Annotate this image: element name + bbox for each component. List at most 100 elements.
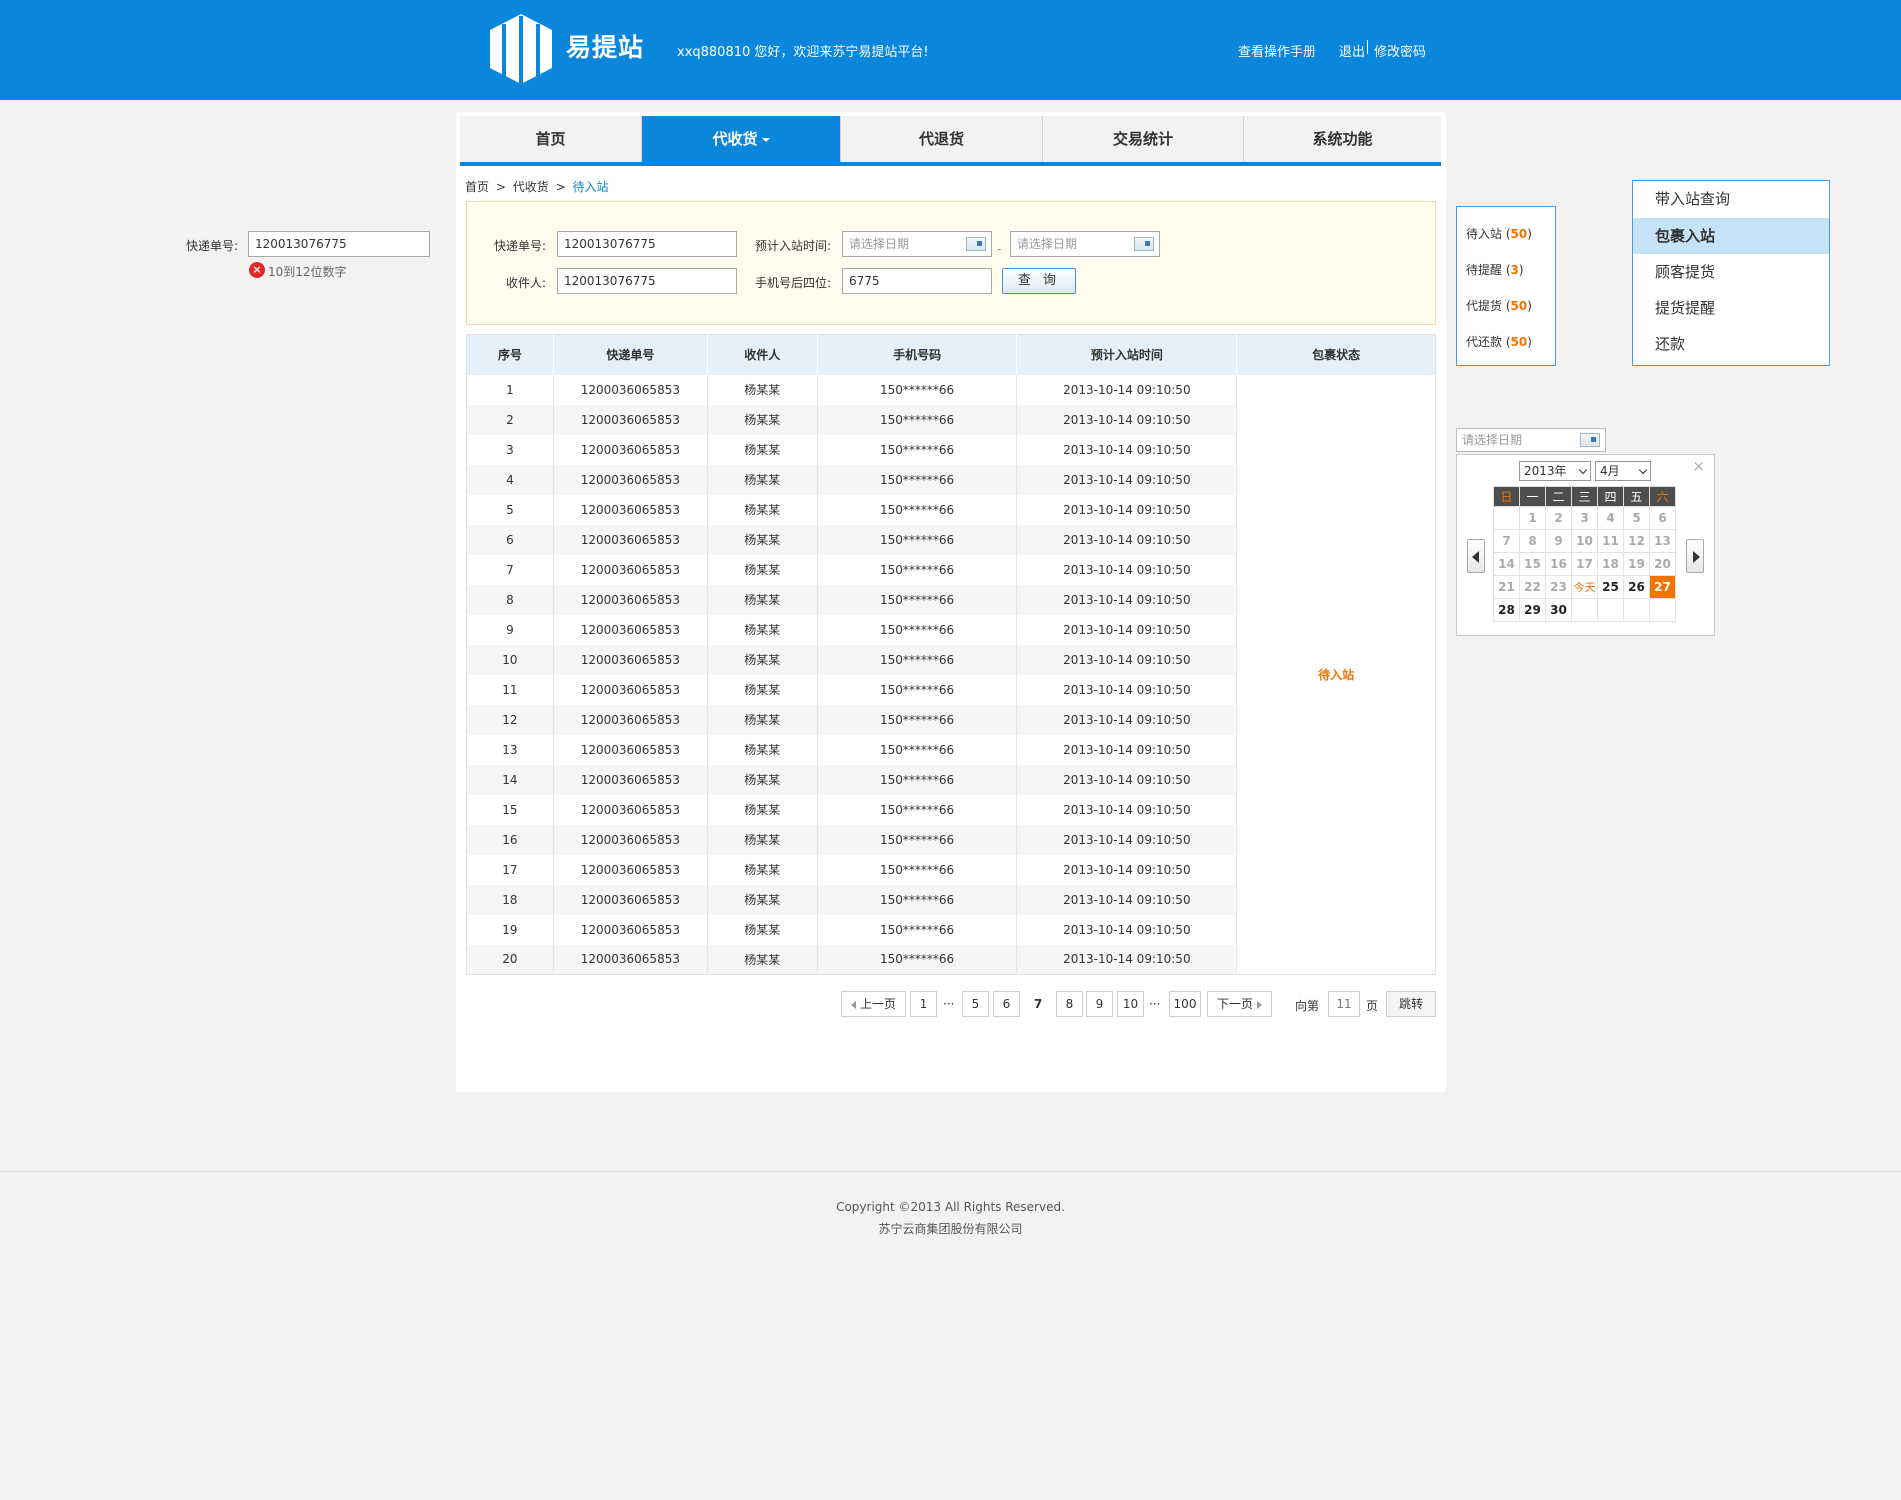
- table-cell: 杨某某: [707, 854, 818, 885]
- page-button[interactable]: 1: [910, 991, 937, 1017]
- calendar-day[interactable]: 12: [1623, 529, 1650, 553]
- status-item-pending-arrival[interactable]: 待入站 (50): [1466, 225, 1532, 242]
- calendar-day[interactable]: 23: [1545, 575, 1572, 599]
- page-button[interactable]: 6: [993, 991, 1020, 1017]
- end-date-input[interactable]: 请选择日期: [1010, 231, 1160, 257]
- datepicker-input[interactable]: 请选择日期: [1456, 428, 1606, 452]
- calendar-day[interactable]: 8: [1519, 529, 1546, 553]
- calendar-day[interactable]: 9: [1545, 529, 1572, 553]
- page-button[interactable]: 10: [1117, 991, 1144, 1017]
- prev-page-button[interactable]: 上一页: [841, 991, 906, 1017]
- calendar-day[interactable]: 22: [1519, 575, 1546, 599]
- calendar-day[interactable]: 16: [1545, 552, 1572, 576]
- next-page-label: 下一页: [1216, 997, 1253, 1011]
- calendar-day[interactable]: 1: [1519, 506, 1546, 530]
- calendar-day[interactable]: 17: [1571, 552, 1598, 576]
- table-cell: 13: [466, 734, 554, 765]
- breadcrumb-home[interactable]: 首页: [465, 180, 489, 194]
- calendar-day[interactable]: 28: [1493, 598, 1520, 622]
- table-cell: 150******66: [817, 764, 1018, 795]
- calendar-day[interactable]: 4: [1597, 506, 1624, 530]
- close-icon[interactable]: ×: [1692, 457, 1705, 475]
- logout-link[interactable]: 退出: [1339, 41, 1365, 60]
- phone-suffix-input[interactable]: 6775: [842, 268, 992, 294]
- calendar-day[interactable]: 14: [1493, 552, 1520, 576]
- nav-system-label: 系统功能: [1312, 130, 1373, 148]
- menu-item-customer-pickup[interactable]: 顾客提货: [1633, 254, 1829, 290]
- goto-button[interactable]: 跳转: [1386, 991, 1436, 1017]
- calendar-day[interactable]: 13: [1649, 529, 1676, 553]
- table-cell: 10: [466, 644, 554, 675]
- calendar-icon[interactable]: [1134, 237, 1154, 251]
- menu-item-arrival-query[interactable]: 带入站查询: [1633, 181, 1829, 217]
- calendar-day[interactable]: 15: [1519, 552, 1546, 576]
- recipient-input[interactable]: 120013076775: [557, 268, 737, 294]
- month-select[interactable]: 4月: [1595, 461, 1651, 481]
- table-cell: 杨某某: [707, 374, 818, 405]
- table-cell: 2013-10-14 09:10:50: [1016, 764, 1238, 795]
- calendar-today[interactable]: 今天: [1571, 575, 1598, 599]
- page-button[interactable]: 9: [1086, 991, 1113, 1017]
- table-cell: 150******66: [817, 884, 1018, 915]
- page-button[interactable]: 8: [1056, 991, 1083, 1017]
- calendar-day[interactable]: 3: [1571, 506, 1598, 530]
- calendar-day[interactable]: 26: [1623, 575, 1650, 599]
- table-cell: 1200036065853: [553, 794, 708, 825]
- calendar-day[interactable]: 20: [1649, 552, 1676, 576]
- main-nav: 首页 代收货 代退货 交易统计 系统功能: [460, 116, 1441, 166]
- status-count: 50: [1510, 227, 1528, 241]
- menu-item-pickup-reminder[interactable]: 提货提醒: [1633, 290, 1829, 326]
- breadcrumb-collect[interactable]: 代收货: [513, 180, 549, 194]
- calendar-day[interactable]: 18: [1597, 552, 1624, 576]
- table-cell: 2013-10-14 09:10:50: [1016, 434, 1238, 465]
- status-item-pending-reminder[interactable]: 待提醒 (3): [1466, 261, 1524, 278]
- goto-page-input[interactable]: 11: [1328, 991, 1360, 1017]
- validation-tracking-input[interactable]: 120013076775: [248, 231, 430, 257]
- start-date-input[interactable]: 请选择日期: [842, 231, 992, 257]
- calendar-day[interactable]: 21: [1493, 575, 1520, 599]
- table-cell: 1200036065853: [553, 944, 708, 975]
- calendar-day[interactable]: 29: [1519, 598, 1546, 622]
- table-cell: 1200036065853: [553, 584, 708, 615]
- status-item-repayment[interactable]: 代还款 (50): [1466, 333, 1532, 350]
- table-cell: 17: [466, 854, 554, 885]
- manual-link[interactable]: 查看操作手册: [1238, 41, 1316, 60]
- page-button[interactable]: 5: [962, 991, 989, 1017]
- calendar-day[interactable]: 11: [1597, 529, 1624, 553]
- nav-collect[interactable]: 代收货: [642, 116, 841, 162]
- next-page-button[interactable]: 下一页: [1207, 991, 1272, 1017]
- next-month-button[interactable]: [1686, 539, 1704, 573]
- year-select[interactable]: 2013年: [1519, 461, 1591, 481]
- prev-month-button[interactable]: [1467, 539, 1485, 573]
- nav-stats[interactable]: 交易统计: [1043, 116, 1244, 162]
- status-count: 50: [1510, 335, 1528, 349]
- table-cell: 1200036065853: [553, 554, 708, 585]
- menu-item-repayment[interactable]: 还款: [1633, 326, 1829, 362]
- calendar-day[interactable]: 30: [1545, 598, 1572, 622]
- table-cell: 2013-10-14 09:10:50: [1016, 584, 1238, 615]
- calendar-day[interactable]: 2: [1545, 506, 1572, 530]
- calendar-day[interactable]: 27: [1649, 575, 1676, 599]
- calendar-icon[interactable]: [1580, 433, 1600, 447]
- nav-return[interactable]: 代退货: [841, 116, 1043, 162]
- calendar-day[interactable]: 25: [1597, 575, 1624, 599]
- column-header: 包裹状态: [1236, 334, 1436, 375]
- start-date-placeholder: 请选择日期: [849, 237, 910, 251]
- table-cell: 杨某某: [707, 914, 818, 945]
- calendar-day[interactable]: 7: [1493, 529, 1520, 553]
- query-button[interactable]: 查 询: [1002, 268, 1076, 294]
- tracking-number-input[interactable]: 120013076775: [557, 231, 737, 257]
- calendar-day[interactable]: 6: [1649, 506, 1676, 530]
- calendar-day[interactable]: 19: [1623, 552, 1650, 576]
- menu-item-package-arrival[interactable]: 包裹入站: [1633, 218, 1829, 254]
- datepicker-placeholder: 请选择日期: [1462, 433, 1523, 447]
- chevron-down-icon: [1638, 465, 1648, 475]
- calendar-day[interactable]: 5: [1623, 506, 1650, 530]
- page-button[interactable]: 100: [1169, 991, 1201, 1017]
- status-item-pickup[interactable]: 代提货 (50): [1466, 297, 1532, 314]
- change-password-link[interactable]: 修改密码: [1374, 41, 1426, 60]
- calendar-day[interactable]: 10: [1571, 529, 1598, 553]
- nav-system[interactable]: 系统功能: [1244, 116, 1441, 162]
- calendar-icon[interactable]: [966, 237, 986, 251]
- nav-home[interactable]: 首页: [460, 116, 642, 162]
